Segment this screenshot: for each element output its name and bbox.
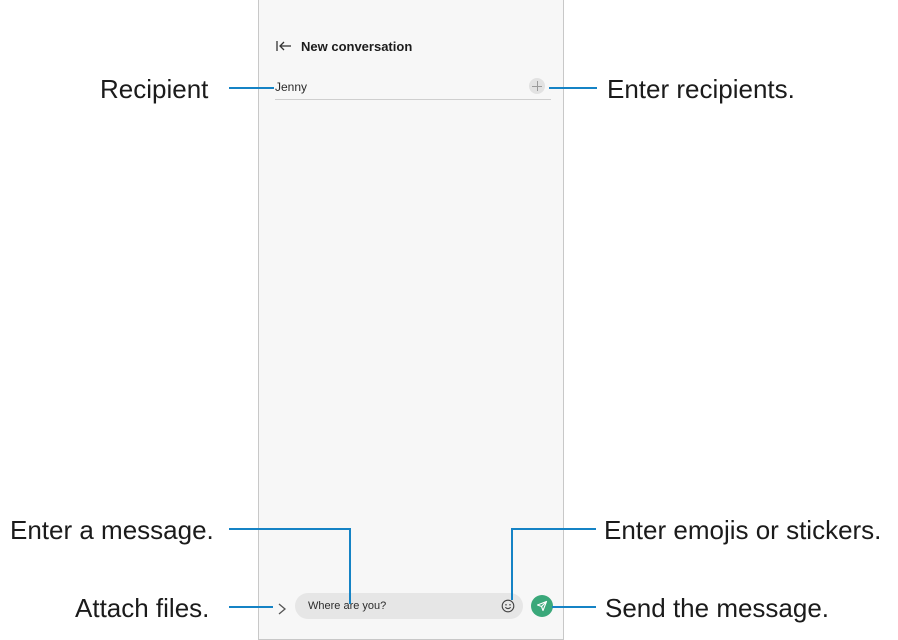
app-header: New conversation bbox=[275, 36, 412, 56]
phone-screen: New conversation Jenny Where are you? bbox=[258, 0, 564, 640]
leader-line-attach bbox=[229, 606, 273, 608]
page-title: New conversation bbox=[301, 38, 413, 54]
callout-enter-message: Enter a message. bbox=[10, 515, 214, 545]
message-text: Where are you? bbox=[308, 600, 387, 612]
leader-line-recipient bbox=[229, 87, 274, 89]
recipient-name: Jenny bbox=[275, 80, 308, 94]
leader-line-enter-message-h bbox=[229, 528, 351, 530]
send-button[interactable] bbox=[531, 595, 553, 617]
callout-enter-recipients: Enter recipients. bbox=[607, 74, 795, 104]
attach-chevron-icon[interactable] bbox=[275, 601, 289, 617]
recipient-field[interactable]: Jenny bbox=[275, 77, 551, 100]
leader-line-emoji-h bbox=[511, 528, 596, 530]
leader-line-enter-recipients bbox=[549, 87, 597, 89]
send-icon bbox=[536, 600, 548, 612]
leader-line-send bbox=[552, 606, 596, 608]
callout-enter-emojis: Enter emojis or stickers. bbox=[604, 515, 882, 545]
leader-line-emoji-v bbox=[511, 528, 513, 600]
back-icon[interactable] bbox=[275, 39, 293, 53]
leader-line-enter-message-v bbox=[349, 528, 351, 604]
add-recipient-icon[interactable] bbox=[529, 78, 545, 94]
smiley-icon[interactable] bbox=[501, 599, 515, 613]
message-input[interactable]: Where are you? bbox=[295, 593, 523, 619]
callout-recipient: Recipient bbox=[100, 74, 209, 104]
callout-attach-files: Attach files. bbox=[75, 593, 210, 623]
callout-send-message: Send the message. bbox=[605, 593, 830, 623]
